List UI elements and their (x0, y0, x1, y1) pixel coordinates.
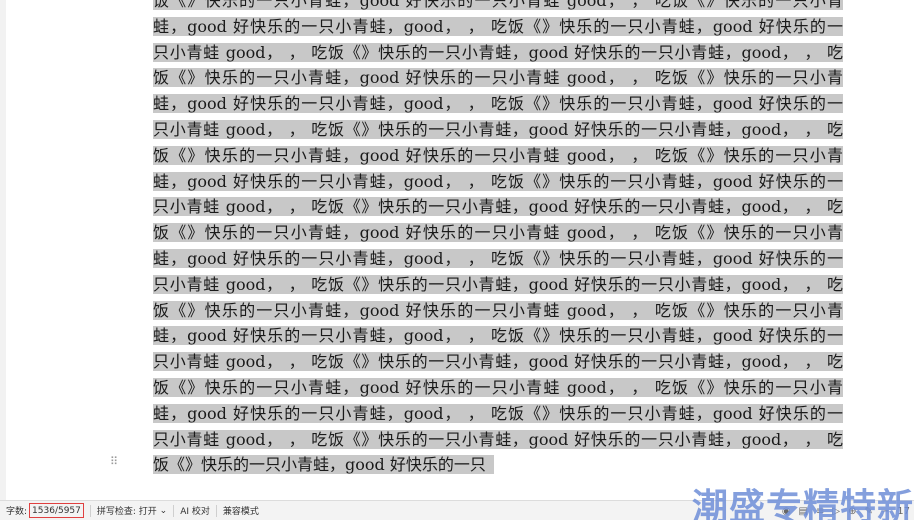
selected-text: 饭《》快乐的一只小青蛙，good 好快乐的一只小青蛙 good， ， 吃饭《》快… (153, 300, 843, 320)
word-count[interactable]: 字数: 1536/5957 (0, 501, 90, 520)
read-mode-icon[interactable]: ▷ (832, 506, 840, 517)
compat-mode-indicator: 兼容模式 (217, 501, 265, 520)
status-right-tools: ◉ ▤ ≡ ▷ ⊕ ✎ − 17 (782, 501, 910, 520)
selected-text: 只小青蛙 good， ， 吃饭《》快乐的一只小青蛙，good 好快乐的一只小青蛙… (153, 274, 843, 294)
document-body-text[interactable]: 饭《》快乐的一只小青蛙，good 好快乐的一只小青蛙 good， ， 吃饭《》快… (153, 0, 843, 478)
text-line[interactable]: 只小青蛙 good， ， 吃饭《》快乐的一只小青蛙，good 好快乐的一只小青蛙… (153, 427, 843, 453)
text-line[interactable]: 饭《》快乐的一只小青蛙，good 好快乐的一只小青蛙 good， ， 吃饭《》快… (153, 143, 843, 169)
status-bar: 字数: 1536/5957 拼写检查: 打开 ⌄ AI 校对 兼容模式 ◉ ▤ … (0, 500, 914, 520)
text-line[interactable]: 只小青蛙 good， ， 吃饭《》快乐的一只小青蛙，good 好快乐的一只小青蛙… (153, 349, 843, 375)
text-line[interactable]: 饭《》快乐的一只小青蛙，good 好快乐的一只小青蛙 good， ， 吃饭《》快… (153, 298, 843, 324)
selected-text: 只小青蛙 good， ， 吃饭《》快乐的一只小青蛙，good 好快乐的一只小青蛙… (153, 429, 843, 449)
document-canvas[interactable]: 饭《》快乐的一只小青蛙，good 好快乐的一只小青蛙 good， ， 吃饭《》快… (0, 0, 914, 500)
text-line[interactable]: 饭《》快乐的一只小青蛙，good 好快乐的一只小青蛙 good， ， 吃饭《》快… (153, 65, 843, 91)
text-line[interactable]: 只小青蛙 good， ， 吃饭《》快乐的一只小青蛙，good 好快乐的一只小青蛙… (153, 272, 843, 298)
selected-text: 蛙，good 好快乐的一只小青蛙，good， ， 吃饭《》快乐的一只小青蛙，go… (153, 171, 843, 191)
selected-text: 饭《》快乐的一只小青蛙，good 好快乐的一只 (153, 455, 494, 475)
selected-text: 蛙，good 好快乐的一只小青蛙，good， ， 吃饭《》快乐的一只小青蛙，go… (153, 326, 843, 346)
chevron-down-icon: ⌄ (156, 505, 168, 516)
selected-text: 蛙，good 好快乐的一只小青蛙，good， ， 吃饭《》快乐的一只小青蛙，go… (153, 16, 843, 36)
selected-text: 饭《》快乐的一只小青蛙，good 好快乐的一只小青蛙 good， ， 吃饭《》快… (153, 68, 843, 88)
text-line[interactable]: 只小青蛙 good， ， 吃饭《》快乐的一只小青蛙，good 好快乐的一只小青蛙… (153, 40, 843, 66)
selected-text: 饭《》快乐的一只小青蛙，good 好快乐的一只小青蛙 good， ， 吃饭《》快… (153, 223, 843, 243)
selected-text: 只小青蛙 good， ， 吃饭《》快乐的一只小青蛙，good 好快乐的一只小青蛙… (153, 119, 843, 139)
text-line[interactable]: 饭《》快乐的一只小青蛙，good 好快乐的一只小青蛙 good， ， 吃饭《》快… (153, 220, 843, 246)
selected-text: 只小青蛙 good， ， 吃饭《》快乐的一只小青蛙，good 好快乐的一只小青蛙… (153, 197, 843, 217)
eye-icon[interactable]: ◉ (782, 506, 791, 517)
ai-proofread-label: AI 校对 (180, 507, 210, 517)
list-view-icon[interactable]: ≡ (816, 506, 824, 517)
selected-text: 只小青蛙 good， ， 吃饭《》快乐的一只小青蛙，good 好快乐的一只小青蛙… (153, 352, 843, 372)
page-margin-shadow (0, 0, 6, 500)
selected-text: 饭《》快乐的一只小青蛙，good 好快乐的一只小青蛙 good， ， 吃饭《》快… (153, 377, 843, 397)
paragraph-drag-handle-icon[interactable]: ⠿ (110, 456, 120, 472)
selected-text: 蛙，good 好快乐的一只小青蛙，good， ， 吃饭《》快乐的一只小青蛙，go… (153, 248, 843, 268)
text-line[interactable]: 蛙，good 好快乐的一只小青蛙，good， ， 吃饭《》快乐的一只小青蛙，go… (153, 14, 843, 40)
selected-text: 蛙，good 好快乐的一只小青蛙，good， ， 吃饭《》快乐的一只小青蛙，go… (153, 94, 843, 114)
text-line[interactable]: 饭《》快乐的一只小青蛙，good 好快乐的一只小青蛙 good， ， 吃饭《》快… (153, 375, 843, 401)
compat-mode-label: 兼容模式 (222, 507, 259, 517)
spell-check-label: 拼写检查: 打开 (96, 507, 157, 517)
page-view-icon[interactable]: ▤ (799, 506, 808, 517)
spell-check-toggle[interactable]: 拼写检查: 打开 ⌄ (91, 501, 173, 520)
text-line[interactable]: 蛙，good 好快乐的一只小青蛙，good， ， 吃饭《》快乐的一只小青蛙，go… (153, 246, 843, 272)
text-line[interactable]: 饭《》快乐的一只小青蛙，good 好快乐的一只小青蛙 good， ， 吃饭《》快… (153, 0, 843, 14)
pen-icon[interactable]: ✎ (864, 506, 872, 517)
word-count-value[interactable]: 1536/5957 (29, 503, 84, 518)
text-line[interactable]: 饭《》快乐的一只小青蛙，good 好快乐的一只 (153, 452, 843, 478)
text-line[interactable]: 只小青蛙 good， ， 吃饭《》快乐的一只小青蛙，good 好快乐的一只小青蛙… (153, 117, 843, 143)
web-view-icon[interactable]: ⊕ (848, 506, 856, 517)
zoom-level[interactable]: 17 (897, 506, 910, 517)
zoom-out-icon[interactable]: − (881, 506, 889, 517)
selected-text: 饭《》快乐的一只小青蛙，good 好快乐的一只小青蛙 good， ， 吃饭《》快… (153, 145, 843, 165)
text-line[interactable]: 只小青蛙 good， ， 吃饭《》快乐的一只小青蛙，good 好快乐的一只小青蛙… (153, 194, 843, 220)
word-count-label: 字数: (6, 507, 28, 517)
selected-text: 只小青蛙 good， ， 吃饭《》快乐的一只小青蛙，good 好快乐的一只小青蛙… (153, 42, 843, 62)
ai-proofread-button[interactable]: AI 校对 (174, 501, 216, 520)
selected-text: 蛙，good 好快乐的一只小青蛙，good， ， 吃饭《》快乐的一只小青蛙，go… (153, 403, 843, 423)
selected-text: 饭《》快乐的一只小青蛙，good 好快乐的一只小青蛙 good， ， 吃饭《》快… (153, 0, 843, 10)
text-line[interactable]: 蛙，good 好快乐的一只小青蛙，good， ， 吃饭《》快乐的一只小青蛙，go… (153, 323, 843, 349)
text-line[interactable]: 蛙，good 好快乐的一只小青蛙，good， ， 吃饭《》快乐的一只小青蛙，go… (153, 401, 843, 427)
text-line[interactable]: 蛙，good 好快乐的一只小青蛙，good， ， 吃饭《》快乐的一只小青蛙，go… (153, 91, 843, 117)
text-line[interactable]: 蛙，good 好快乐的一只小青蛙，good， ， 吃饭《》快乐的一只小青蛙，go… (153, 169, 843, 195)
